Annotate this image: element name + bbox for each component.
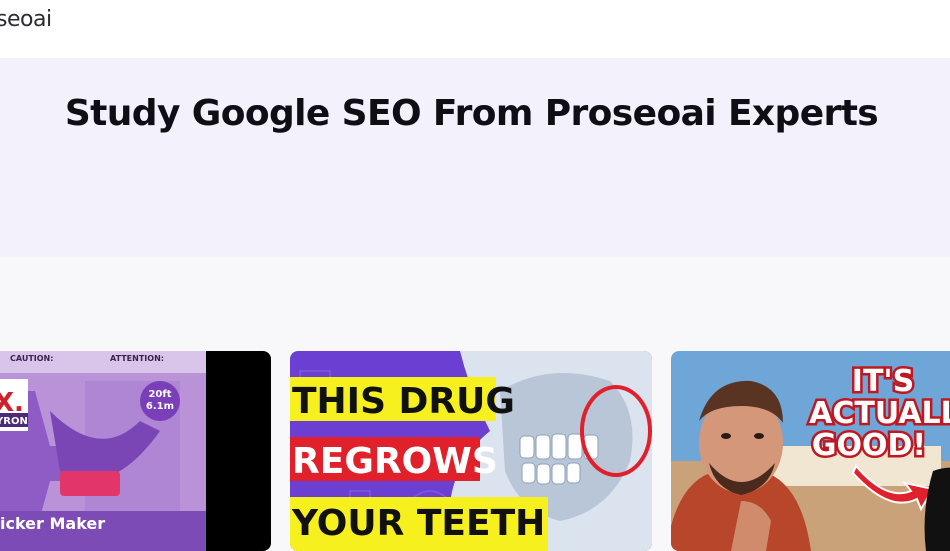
hero-title: Study Google SEO From Proseoai Experts [64,93,879,134]
thumbnail-drug-teeth: THIS DRUG REGROWS YOUR TEETH [290,351,652,551]
svg-text:6.1m: 6.1m [146,401,174,412]
thumbnail-sticker-maker: CAUTION: ATTENTION: X. YRON 20ft 6.1m ic… [0,351,271,551]
top-bar: seoai [0,0,950,58]
product-name: icker Maker [0,514,105,533]
site-logo[interactable]: seoai [0,7,52,32]
svg-text:YRON: YRON [0,416,28,427]
video-card-drug-teeth[interactable]: THIS DRUG REGROWS YOUR TEETH [290,351,652,551]
video-card-sticker-maker[interactable]: CAUTION: ATTENTION: X. YRON 20ft 6.1m ic… [0,351,271,551]
thumb-line-3: YOUR TEETH [291,503,545,544]
thumb-good: GOOD! [812,428,926,463]
thumb-line-1: THIS DRUG [292,381,515,422]
caution-label: CAUTION: [10,354,53,363]
attention-label: ATTENTION: [110,354,164,363]
thumb-its: IT'S [852,364,914,399]
thumb-actually: ACTUALLY [809,396,950,431]
thumb-line-2: REGROWS [292,441,498,482]
video-card-actually-good[interactable]: IT'S ACTUALLY GOOD! [671,351,950,551]
thumbnail-actually-good: IT'S ACTUALLY GOOD! [671,351,950,551]
hero-banner [0,58,950,257]
length-badge: 20ft [148,389,171,400]
